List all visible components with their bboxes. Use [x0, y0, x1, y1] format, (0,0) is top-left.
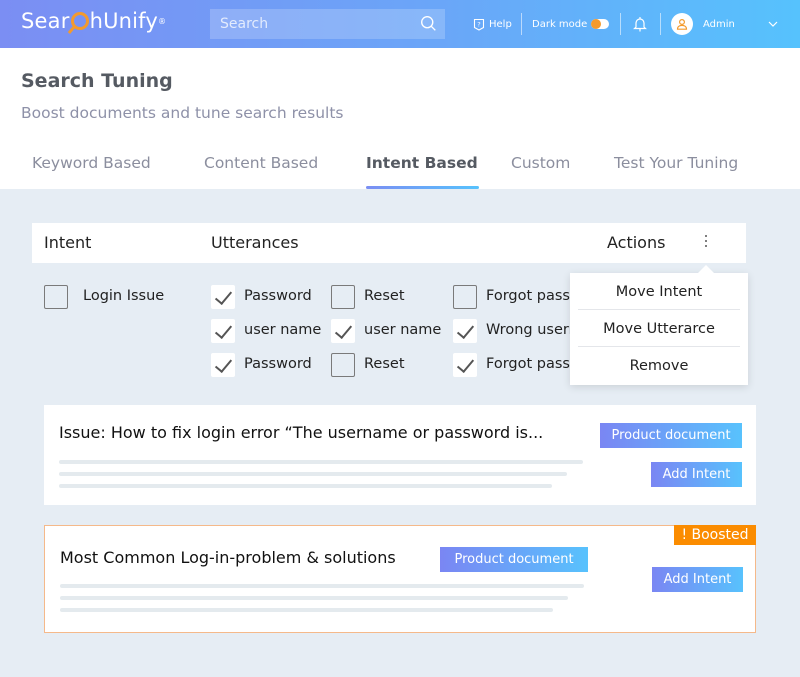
dark-mode-toggle[interactable]: [591, 19, 610, 29]
search-box: [210, 9, 445, 39]
menu-item-move-utterance[interactable]: Move Utterarce: [578, 311, 740, 347]
help-icon: ?: [473, 18, 485, 31]
intent-checkbox[interactable]: [44, 285, 68, 309]
result-title[interactable]: Most Common Log-in-problem & solutions: [60, 548, 396, 567]
user-icon: [676, 18, 688, 30]
divider: [620, 13, 621, 35]
tab-test-your-tuning[interactable]: Test Your Tuning: [614, 154, 738, 172]
divider: [660, 13, 661, 35]
menu-divider: [578, 309, 740, 310]
text-placeholder-line: [60, 596, 568, 600]
logo-text-right: hUnify: [89, 9, 159, 33]
utterance-checkbox[interactable]: [211, 319, 235, 343]
logo-text-left: Sear: [21, 9, 70, 33]
intent-label: Login Issue: [83, 288, 165, 304]
utterance-checkbox[interactable]: [453, 319, 477, 343]
menu-divider: [578, 346, 740, 347]
notifications-button[interactable]: [633, 0, 647, 48]
boosted-badge: ! Boosted: [674, 525, 756, 545]
help-label: Help: [489, 18, 512, 30]
result-card-boosted[interactable]: ! Boosted Most Common Log-in-problem & s…: [44, 525, 756, 633]
utterance-checkbox[interactable]: [331, 285, 355, 309]
user-menu[interactable]: Admin: [671, 0, 735, 48]
divider: [521, 13, 522, 35]
utterance-label: Password: [244, 356, 312, 372]
text-placeholder-line: [59, 460, 583, 464]
utterance-label: Wrong username: [486, 322, 572, 338]
result-card[interactable]: Issue: How to fix login error “The usern…: [44, 405, 756, 505]
text-placeholder-line: [59, 472, 567, 476]
utterance-label: user name: [244, 322, 322, 338]
avatar: [671, 13, 693, 35]
doc-type-badge: Product document: [440, 547, 588, 572]
text-placeholder-line: [60, 608, 553, 612]
utterance-label: user name: [364, 322, 442, 338]
utterance-label: Forgot password: [486, 288, 572, 304]
chevron-down-icon[interactable]: [768, 21, 778, 27]
text-placeholder-line: [59, 484, 552, 488]
page-header: Search Tuning Boost documents and tune s…: [0, 48, 800, 189]
add-intent-button[interactable]: Add Intent: [651, 462, 742, 487]
search-icon[interactable]: [420, 15, 437, 32]
search-input[interactable]: [220, 16, 410, 32]
add-intent-button[interactable]: Add Intent: [652, 567, 743, 592]
table-header: Intent Utterances Actions: [32, 223, 746, 263]
utterance-checkbox[interactable]: [331, 319, 355, 343]
actions-dropdown-menu: Move Intent Move Utterarce Remove: [570, 265, 748, 385]
utterance-checkbox[interactable]: [453, 353, 477, 377]
dark-mode-control: Dark mode: [532, 0, 610, 48]
column-header-actions: Actions: [607, 233, 666, 252]
tab-custom[interactable]: Custom: [511, 154, 570, 172]
utterance-checkbox[interactable]: [331, 353, 355, 377]
user-name: Admin: [703, 18, 735, 30]
magnifier-logo-icon: [70, 12, 89, 30]
tab-content-based[interactable]: Content Based: [204, 154, 318, 172]
column-header-intent: Intent: [44, 233, 92, 252]
utterance-checkbox[interactable]: [453, 285, 477, 309]
menu-item-remove[interactable]: Remove: [578, 348, 740, 384]
column-header-utterances: Utterances: [211, 233, 299, 252]
bell-icon: [633, 17, 647, 32]
utterance-checkbox[interactable]: [211, 353, 235, 377]
text-placeholder-line: [60, 584, 584, 588]
logo[interactable]: Sear hUnify ®: [21, 9, 166, 33]
doc-type-badge: Product document: [600, 423, 742, 448]
registered-mark: ®: [158, 16, 167, 26]
utterance-checkbox[interactable]: [211, 285, 235, 309]
top-bar: Sear hUnify ® ? Help Dark mode Admin: [0, 0, 800, 48]
page-subtitle: Boost documents and tune search results: [21, 104, 344, 122]
utterance-label: Reset: [364, 356, 405, 372]
tab-intent-based[interactable]: Intent Based: [366, 154, 478, 172]
tab-keyword-based[interactable]: Keyword Based: [32, 154, 151, 172]
more-vertical-icon[interactable]: [703, 235, 709, 251]
menu-item-move-intent[interactable]: Move Intent: [578, 274, 740, 310]
svg-text:?: ?: [477, 20, 480, 28]
result-title[interactable]: Issue: How to fix login error “The usern…: [59, 423, 543, 442]
utterance-label: Password: [244, 288, 312, 304]
page-title: Search Tuning: [21, 70, 173, 92]
dark-mode-label: Dark mode: [532, 18, 588, 30]
utterance-label: Forgot password: [486, 356, 572, 372]
utterance-label: Reset: [364, 288, 405, 304]
help-link[interactable]: ? Help: [473, 0, 512, 48]
active-tab-indicator: [366, 186, 479, 189]
